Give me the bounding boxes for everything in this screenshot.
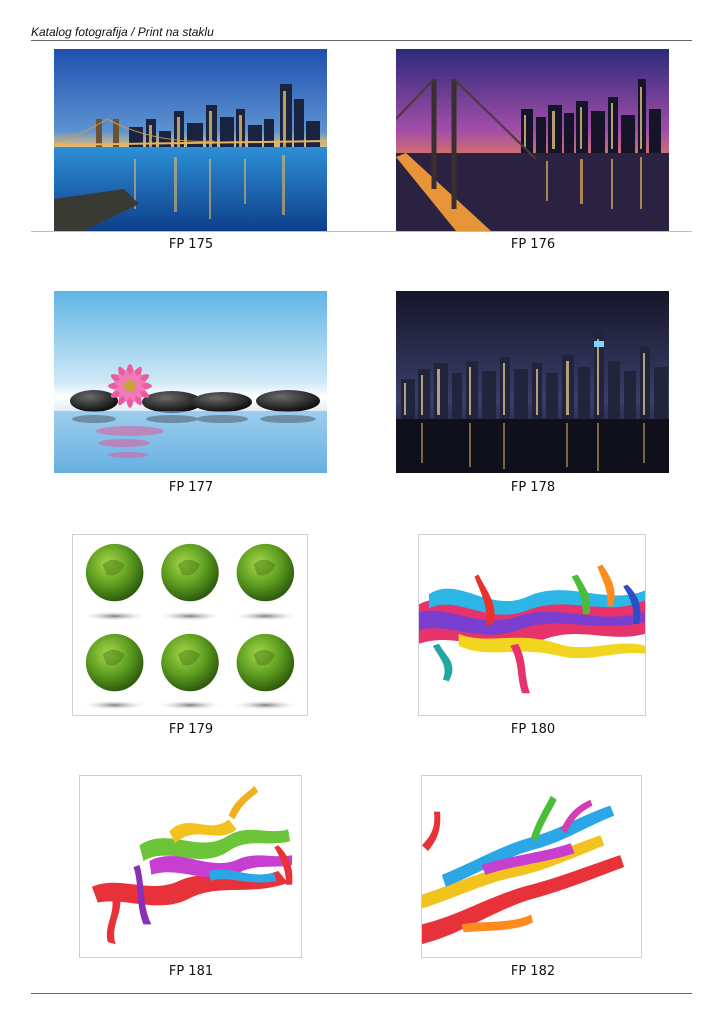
caption-fp177: FP 177: [168, 480, 214, 495]
photo-fp175: [54, 49, 327, 231]
row-divider: [31, 231, 692, 232]
photo-fp180: [418, 534, 646, 716]
caption-fp182: FP 182: [510, 964, 556, 979]
photo-fp181: [79, 775, 302, 958]
photo-fp182: [421, 775, 642, 958]
photo-fp179: [72, 534, 308, 716]
header-divider: [31, 40, 692, 41]
footer-divider: [31, 993, 692, 994]
caption-fp178: FP 178: [510, 480, 556, 495]
caption-fp181: FP 181: [168, 964, 214, 979]
caption-fp180: FP 180: [510, 722, 556, 737]
photo-fp177: [54, 291, 327, 473]
caption-fp176: FP 176: [510, 237, 556, 252]
photo-fp176: [396, 49, 669, 231]
caption-fp179: FP 179: [168, 722, 214, 737]
photo-fp178: [396, 291, 669, 473]
catalog-header: Katalog fotografija / Print na staklu: [31, 25, 214, 39]
caption-fp175: FP 175: [168, 237, 214, 252]
